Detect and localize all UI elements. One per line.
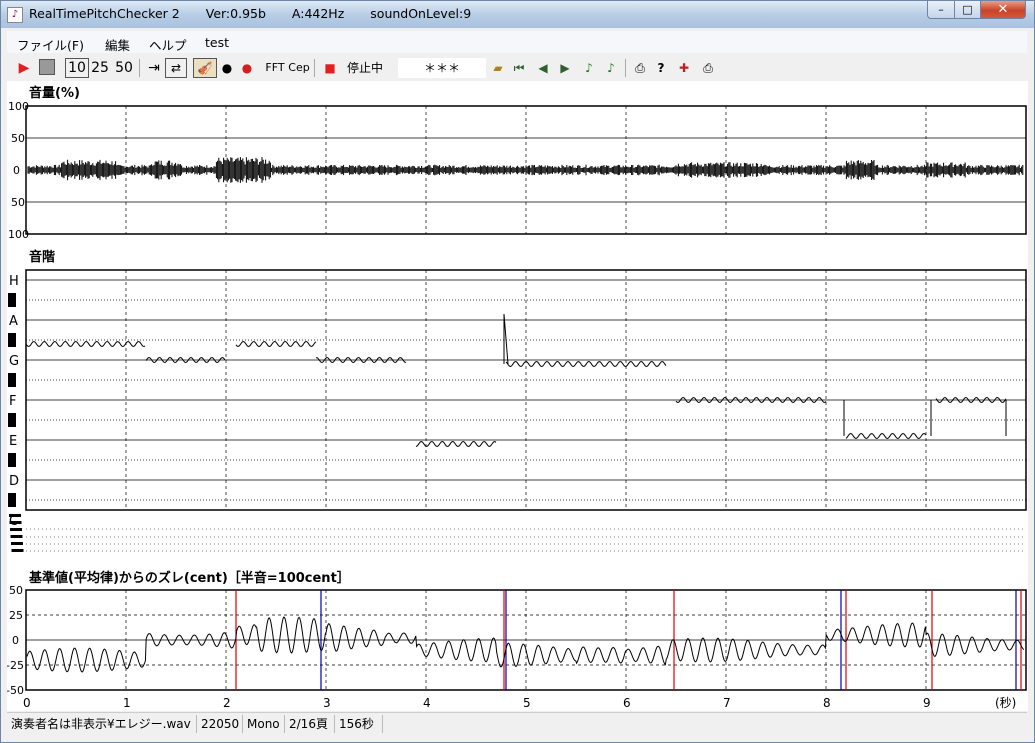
note-alt-icon[interactable]: ♪ <box>603 58 619 78</box>
menu-edit[interactable]: 編集 <box>105 35 130 54</box>
x-tick-label: 9 <box>923 696 931 710</box>
version: Ver:0.95b <box>205 6 266 21</box>
volume-tick: 0 <box>13 164 20 177</box>
menu-file[interactable]: ファイル(F) <box>17 35 84 54</box>
octave-marker <box>10 528 22 531</box>
speed-50-button[interactable]: 50 <box>113 58 135 78</box>
separator <box>314 59 315 77</box>
volume-tick: 100 <box>8 228 29 241</box>
status-duration: 156秒 <box>335 715 383 733</box>
octave-marker <box>11 542 23 545</box>
x-unit: (秒) <box>995 696 1016 710</box>
app-window: ♪ RealTimePitchChecker 2 Ver:0.95b A:442Hz… <box>0 0 1035 743</box>
status-bar: 演奏者名は非表示¥エレジー.wav 22050 Mono 2/16頁 156秒 <box>7 712 1027 735</box>
next-page-icon[interactable]: ▶ <box>557 58 573 78</box>
skip-to-end-icon[interactable]: ⇥ <box>145 58 163 78</box>
a-frequency: A:442Hz <box>291 6 345 21</box>
black-key <box>8 413 16 427</box>
black-key <box>8 293 16 307</box>
note-label: G <box>9 354 19 369</box>
plot-canvas[interactable]: 音量(%) 100 50 0 50 100 音階 HAGFEDC 基準値(平均律… <box>6 81 1028 711</box>
fft-button[interactable]: FFT <box>263 58 287 78</box>
maximize-button[interactable]: □ <box>954 1 981 19</box>
help-icon[interactable]: ? <box>653 58 669 78</box>
volume-tick: 50 <box>11 132 25 145</box>
record-icon[interactable]: ■ <box>323 58 337 78</box>
open-folder-icon[interactable]: ▰ <box>489 58 507 78</box>
cents-tick: 25 <box>9 609 23 622</box>
status-rate: 22050 <box>197 715 243 733</box>
x-tick-label: 4 <box>423 696 431 710</box>
note-label: D <box>9 474 19 489</box>
note-label: E <box>9 434 17 449</box>
menu-test[interactable]: test <box>205 35 229 50</box>
speed-25-button[interactable]: 25 <box>89 58 111 78</box>
octave-marker <box>9 521 22 524</box>
status-file: 演奏者名は非表示¥エレジー.wav <box>7 715 197 733</box>
x-tick-label: 3 <box>323 696 331 710</box>
status-text: 停止中 <box>346 61 383 75</box>
black-key <box>8 453 16 467</box>
prev-page-icon[interactable]: ◀ <box>535 58 551 78</box>
marker-icon[interactable]: ✚ <box>675 58 693 78</box>
title-text: RealTimePitchChecker 2 Ver:0.95b A:442Hz so… <box>29 6 497 21</box>
separator <box>139 59 140 77</box>
scale-title: 音階 <box>29 249 55 265</box>
plot-area: 音量(%) 100 50 0 50 100 音階 HAGFEDC 基準値(平均律… <box>6 81 1028 711</box>
person-red-icon[interactable]: ● <box>239 58 255 78</box>
black-key <box>8 493 16 507</box>
x-tick-label: 0 <box>23 696 31 710</box>
black-key <box>8 333 16 347</box>
violin-icon[interactable]: 🎻 <box>193 58 217 78</box>
status-page: 2/16頁 <box>285 715 335 733</box>
app-icon: ♪ <box>7 7 23 23</box>
separator <box>625 59 626 77</box>
note-display: ＊＊＊ <box>398 58 486 78</box>
app-name: RealTimePitchChecker 2 <box>29 6 180 21</box>
title-bar[interactable]: ♪ RealTimePitchChecker 2 Ver:0.95b A:442Hz… <box>1 1 1034 28</box>
volume-tick: 100 <box>8 100 29 113</box>
octave-marker <box>10 535 23 538</box>
person-icon[interactable]: ● <box>219 58 235 78</box>
close-button[interactable]: ✕ <box>980 1 1026 19</box>
cents-title: 基準値(平均律)からのズレ(cent)［半音=100cent］ <box>28 570 350 586</box>
cents-tick: 50 <box>9 584 23 597</box>
x-tick-label: 7 <box>723 696 731 710</box>
minimize-button[interactable]: – <box>927 1 955 19</box>
menu-help[interactable]: ヘルプ <box>149 35 187 54</box>
octave-marker <box>9 514 21 517</box>
x-tick-label: 6 <box>623 696 631 710</box>
x-tick-label: 5 <box>523 696 531 710</box>
cents-tick: -50 <box>7 684 24 697</box>
note-label: F <box>9 394 16 409</box>
print-setup-icon[interactable]: ⎙ <box>699 58 717 78</box>
black-key <box>8 373 16 387</box>
status-channels: Mono <box>243 715 285 733</box>
print-icon[interactable]: ⎙ <box>631 58 649 78</box>
note-label: H <box>9 274 19 289</box>
menu-bar: ファイル(F) 編集 ヘルプ test <box>7 31 1027 53</box>
cep-button[interactable]: Cep <box>287 58 311 78</box>
volume-tick: 50 <box>11 196 25 209</box>
note-label: A <box>9 314 18 329</box>
play-icon[interactable]: ▶ <box>15 58 33 78</box>
cents-tick: 0 <box>12 634 19 647</box>
sound-on-level: soundOnLevel:9 <box>370 6 472 21</box>
speed-10-button[interactable]: 10 <box>65 58 89 78</box>
volume-title: 音量(%) <box>29 85 80 101</box>
stop-icon[interactable] <box>37 58 57 78</box>
octave-marker <box>11 549 24 552</box>
note-icon[interactable]: ♪ <box>581 58 597 78</box>
first-page-icon[interactable]: ⏮ <box>511 58 527 78</box>
x-tick-label: 2 <box>223 696 231 710</box>
x-tick-label: 8 <box>823 696 831 710</box>
toolbar: ▶ 10 25 50 ⇥ ⇄ 🎻 ● ● FFT Cep ■ 停止中 ＊＊＊ ▰… <box>7 56 1027 80</box>
loop-icon[interactable]: ⇄ <box>165 58 187 78</box>
cents-tick: -25 <box>7 659 24 672</box>
x-tick-label: 1 <box>123 696 131 710</box>
